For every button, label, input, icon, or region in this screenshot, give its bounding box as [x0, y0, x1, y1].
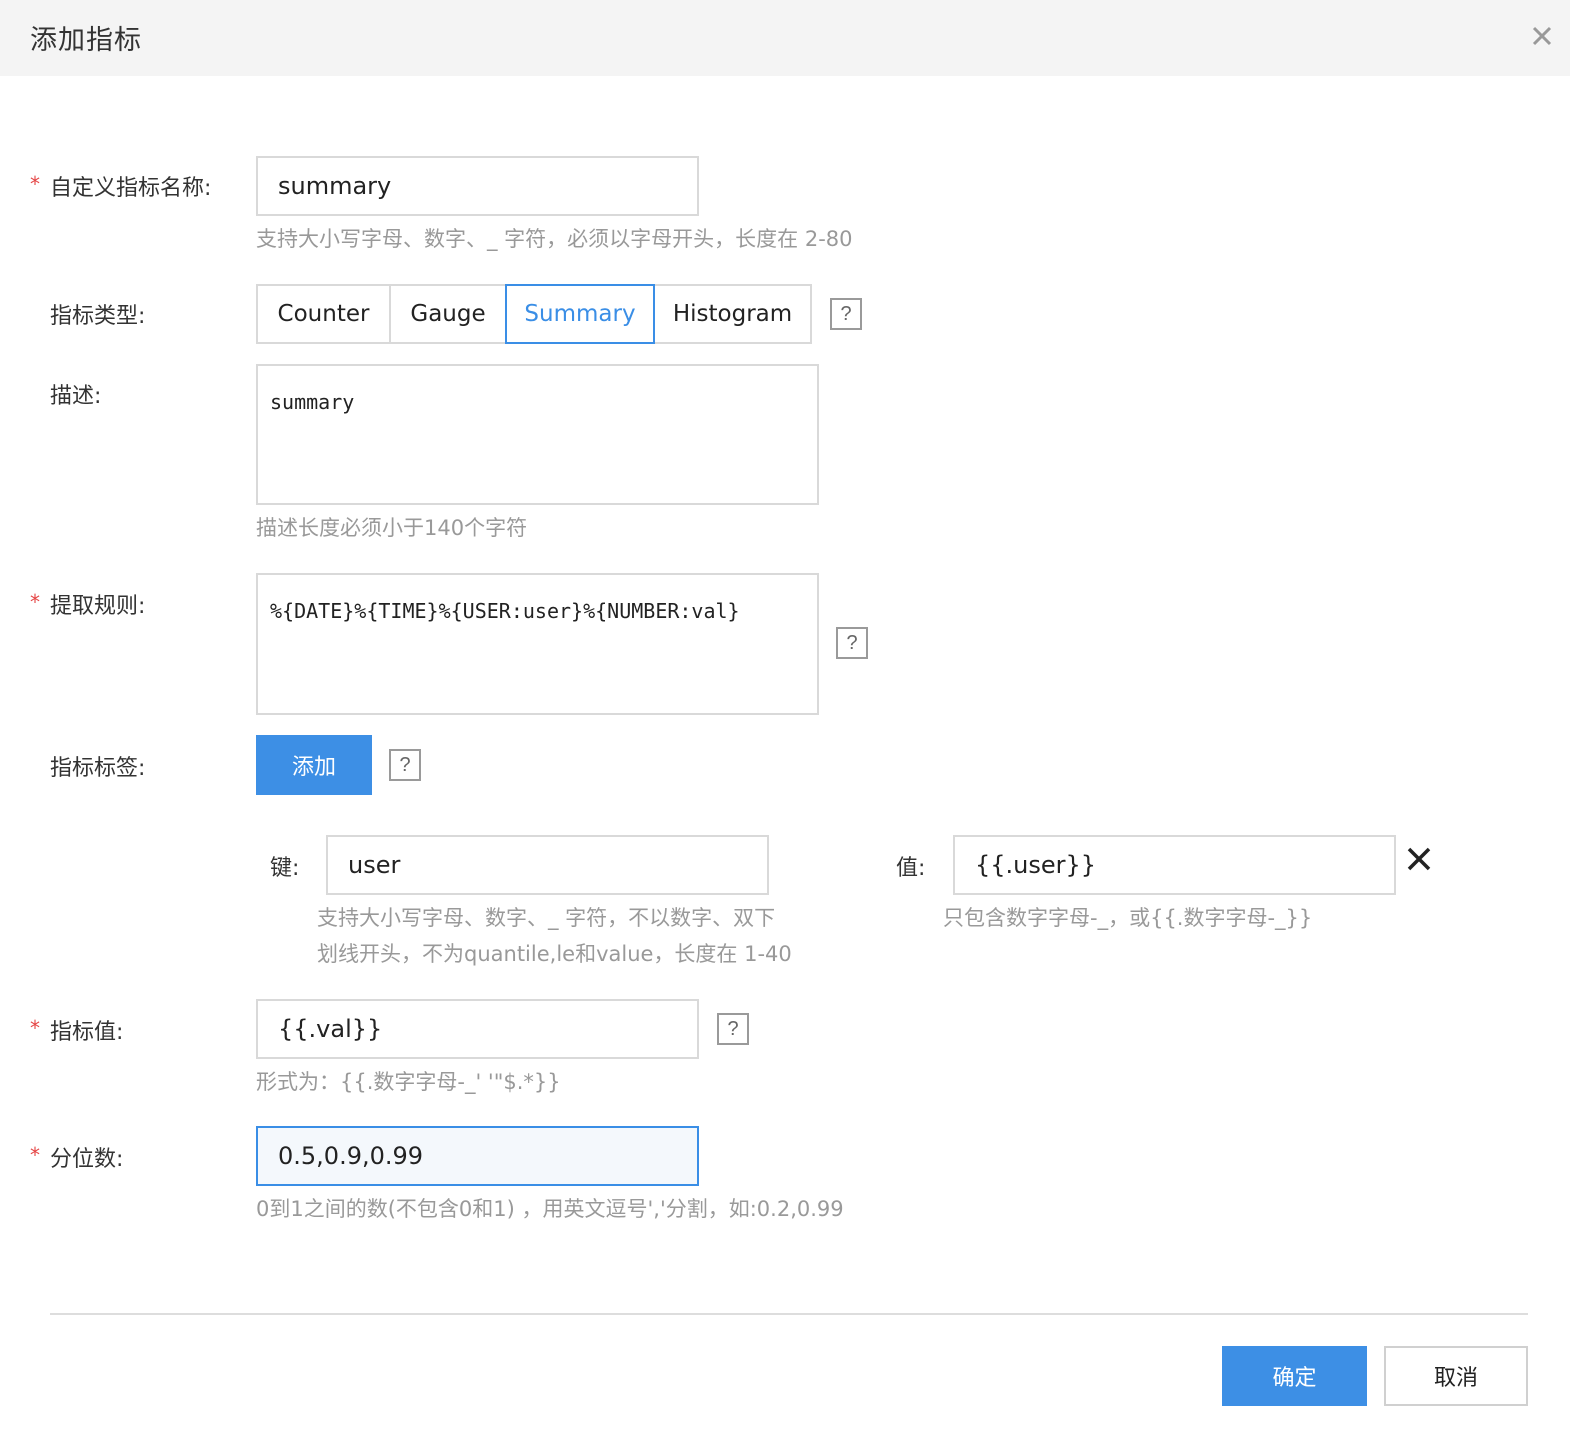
- metric-name-input[interactable]: summary: [256, 156, 699, 216]
- metric-value-hint: 形式为：{{.数字字母-_' '"$.*}}: [256, 1070, 561, 1094]
- rule-help-icon[interactable]: ?: [836, 627, 868, 659]
- tag-key-label: 键:: [270, 856, 300, 881]
- extract-rule-textarea[interactable]: %{DATE}%{TIME}%{USER:user}%{NUMBER:val}: [256, 573, 819, 715]
- quantiles-input[interactable]: 0.5,0.9,0.99: [256, 1126, 699, 1186]
- required-mark: *: [30, 1016, 40, 1040]
- description-hint: 描述长度必须小于140个字符: [256, 516, 528, 540]
- quantiles-hint: 0到1之间的数(不包含0和1) ，用英文逗号','分割，如:0.2,0.99: [256, 1197, 844, 1221]
- required-mark: *: [30, 172, 40, 196]
- footer-divider: [50, 1313, 1528, 1315]
- tag-value-label: 值:: [896, 856, 926, 881]
- type-help-icon[interactable]: ?: [830, 298, 862, 330]
- tag-key-input[interactable]: user: [326, 835, 769, 895]
- dialog-header: 添加指标: [0, 0, 1570, 76]
- close-icon[interactable]: [1526, 20, 1558, 52]
- metric-tags-label: 指标标签:: [50, 756, 146, 781]
- type-option-summary[interactable]: Summary: [505, 284, 655, 344]
- type-option-counter[interactable]: Counter: [256, 284, 391, 344]
- required-mark: *: [30, 590, 40, 614]
- type-option-gauge[interactable]: Gauge: [389, 284, 507, 344]
- remove-tag-icon[interactable]: [1404, 844, 1434, 874]
- tags-help-icon[interactable]: ?: [389, 749, 421, 781]
- metric-value-help-icon[interactable]: ?: [717, 1013, 749, 1045]
- metric-value-label: 指标值:: [50, 1020, 124, 1045]
- tag-key-hint-line1: 支持大小写字母、数字、_ 字符，不以数字、双下: [317, 906, 776, 930]
- tag-key-hint-line2: 划线开头，不为quantile,le和value，长度在 1-40: [317, 942, 792, 966]
- metric-value-input[interactable]: {{.val}}: [256, 999, 699, 1059]
- tag-value-hint: 只包含数字字母-_，或{{.数字字母-_}}: [943, 906, 1313, 930]
- metric-type-selector: Counter Gauge Summary Histogram: [256, 284, 812, 344]
- metric-name-hint: 支持大小写字母、数字、_ 字符，必须以字母开头，长度在 2-80: [256, 227, 853, 251]
- add-tag-button[interactable]: 添加: [256, 735, 372, 795]
- required-mark: *: [30, 1143, 40, 1167]
- extract-rule-label: 提取规则:: [50, 594, 146, 619]
- description-textarea[interactable]: summary: [256, 364, 819, 505]
- confirm-button[interactable]: 确定: [1222, 1346, 1367, 1406]
- metric-type-label: 指标类型:: [50, 304, 146, 329]
- cancel-button[interactable]: 取消: [1384, 1346, 1528, 1406]
- tag-value-input[interactable]: {{.user}}: [953, 835, 1396, 895]
- type-option-histogram[interactable]: Histogram: [653, 284, 812, 344]
- description-label: 描述:: [50, 384, 102, 409]
- quantiles-label: 分位数:: [50, 1147, 124, 1172]
- metric-name-label: 自定义指标名称:: [50, 176, 212, 201]
- dialog-title: 添加指标: [30, 25, 142, 56]
